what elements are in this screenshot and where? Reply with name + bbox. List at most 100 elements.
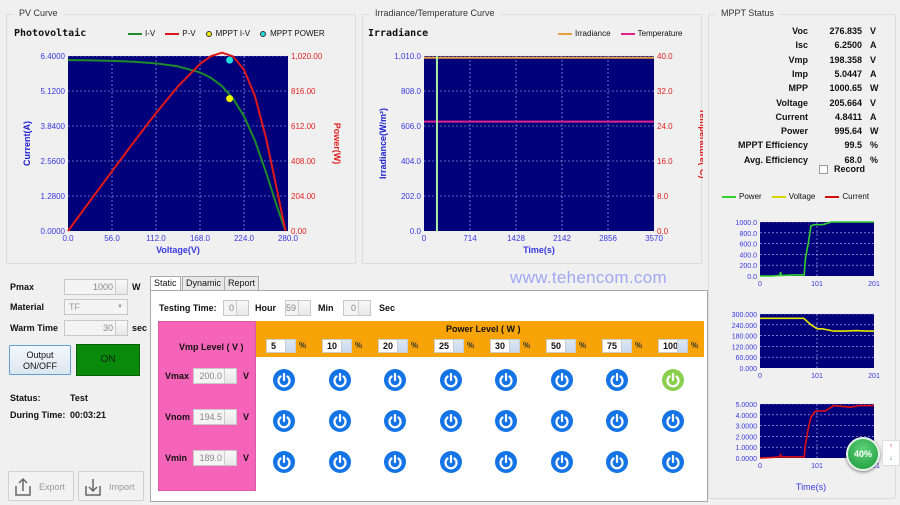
power-icon bbox=[554, 454, 569, 470]
material-select[interactable]: TF ▼ bbox=[64, 299, 128, 315]
y-tick-label: 5.1200 bbox=[41, 87, 66, 96]
power-toggle-button[interactable] bbox=[328, 451, 351, 473]
record-checkbox[interactable]: Record bbox=[819, 164, 865, 174]
y-tick-label: 800.0 bbox=[739, 231, 757, 238]
status-row-vmp: Vmp 198.358 V bbox=[708, 53, 898, 67]
y-tick-label: 600.0 bbox=[739, 242, 757, 249]
power-toggle-button[interactable] bbox=[328, 369, 351, 391]
power-toggle-button[interactable] bbox=[328, 410, 351, 432]
status-row-voc: Voc 276.835 V bbox=[708, 24, 898, 38]
power-toggle-button[interactable] bbox=[606, 410, 628, 432]
x-axis-label: Time(s) bbox=[523, 245, 555, 255]
power-toggle-button[interactable] bbox=[495, 369, 517, 391]
power-toggle-button[interactable] bbox=[439, 369, 462, 391]
sec-spinner[interactable]: 0 bbox=[343, 300, 371, 316]
during-time-value: 00:03:21 bbox=[70, 410, 107, 420]
power-toggle-button[interactable] bbox=[273, 369, 295, 391]
status-row-imp: Imp 5.0447 A bbox=[708, 67, 898, 81]
output-onoff-button[interactable]: Output ON/OFF bbox=[9, 345, 71, 375]
power-level-spinner[interactable]: 10 bbox=[322, 339, 352, 353]
power-toggle-button[interactable] bbox=[661, 369, 684, 391]
import-button[interactable]: Import bbox=[78, 471, 144, 501]
power-level-spinner[interactable]: 75 bbox=[602, 339, 632, 353]
legend-item: Current bbox=[825, 192, 869, 201]
percent-unit: % bbox=[299, 341, 307, 350]
tab-report[interactable]: Report bbox=[224, 276, 260, 290]
vmp-vnom-spinner[interactable]: 194.5 bbox=[193, 409, 237, 425]
warm-time-spinner[interactable]: 30 bbox=[64, 320, 128, 336]
status-value: Test bbox=[70, 393, 88, 403]
power-level-spinner[interactable]: 25 bbox=[434, 339, 464, 353]
y2-tick-label: 1,020.00 bbox=[291, 52, 323, 61]
x-tick-label: 112.0 bbox=[146, 234, 166, 243]
hour-label: Hour bbox=[255, 303, 276, 313]
power-icon bbox=[610, 413, 624, 429]
power-toggle-button[interactable] bbox=[273, 410, 295, 432]
pv-chart: 0.0 56.0 112.0 168.0 224.0 280.00.0000 0.001.2… bbox=[22, 51, 342, 255]
arrow-down-icon: ↓ bbox=[889, 455, 893, 462]
record-checkbox-box[interactable] bbox=[819, 164, 828, 174]
status-value: 276.835 bbox=[829, 26, 862, 36]
power-icon bbox=[499, 454, 513, 470]
plot-area bbox=[424, 56, 654, 231]
pmax-value: 1000 bbox=[92, 282, 113, 292]
output-onoff-label: Output ON/OFF bbox=[23, 350, 57, 371]
power-toggle-button[interactable] bbox=[661, 451, 684, 473]
vmp-vmin-spinner[interactable]: 189.0 bbox=[193, 450, 237, 466]
power-toggle-button[interactable] bbox=[384, 369, 406, 391]
y-tick-label: 0.0 bbox=[410, 227, 422, 236]
status-unit: W bbox=[870, 126, 879, 137]
power-toggle-button[interactable] bbox=[606, 451, 628, 473]
watermark: www.tehencom.com bbox=[510, 268, 667, 287]
power-toggle-button[interactable] bbox=[550, 369, 573, 391]
tab-dynamic[interactable]: Dynamic bbox=[182, 276, 226, 290]
status-unit: V bbox=[870, 26, 877, 36]
legend-label: P-V bbox=[182, 29, 196, 38]
power-level-spinner[interactable]: 50 bbox=[546, 339, 576, 353]
export-button[interactable]: Export bbox=[8, 471, 74, 501]
legend-label: Irradiance bbox=[575, 29, 611, 38]
power-toggle-button[interactable] bbox=[661, 410, 684, 432]
power-icon bbox=[277, 454, 291, 470]
power-level-spinner[interactable]: 20 bbox=[378, 339, 408, 353]
y-tick-label: 1.0000 bbox=[736, 445, 758, 452]
record-label: Record bbox=[834, 164, 866, 174]
vmp-vmax-spinner[interactable]: 200.0 bbox=[193, 368, 237, 384]
legend-line-icon bbox=[620, 32, 635, 35]
warm-time-unit: sec bbox=[132, 323, 148, 333]
tab-static[interactable]: Static bbox=[150, 276, 181, 291]
power-toggle-button[interactable] bbox=[550, 451, 573, 473]
power-icon bbox=[665, 413, 680, 429]
power-toggle-button[interactable] bbox=[439, 410, 462, 432]
power-toggle-button[interactable] bbox=[606, 369, 628, 391]
x-tick-label: 0 bbox=[758, 373, 762, 380]
speed-arrows: ↑ ↓ bbox=[882, 440, 900, 466]
y2-axis-label: Power(W) bbox=[332, 123, 342, 165]
percent-unit: % bbox=[579, 341, 587, 350]
power-toggle-button[interactable] bbox=[495, 451, 517, 473]
y-tick-label: 4.0000 bbox=[736, 413, 758, 420]
y2-tick-label: 816.00 bbox=[291, 87, 316, 96]
y-tick-label: 200.0 bbox=[739, 263, 757, 270]
power-toggle-button[interactable] bbox=[439, 451, 462, 473]
power-toggle-button[interactable] bbox=[273, 451, 295, 473]
power-toggle-button[interactable] bbox=[495, 410, 517, 432]
x-tick-label: 56.0 bbox=[104, 234, 120, 243]
power-level-spinner[interactable]: 100 bbox=[658, 339, 688, 353]
power-level-spinner[interactable]: 5 bbox=[266, 339, 296, 353]
status-label: Isc bbox=[795, 40, 808, 51]
export-icon bbox=[15, 477, 31, 496]
power-toggle-button[interactable] bbox=[384, 451, 406, 473]
power-level-spinner[interactable]: 30 bbox=[490, 339, 520, 353]
marker-mppt-power bbox=[226, 56, 234, 64]
power-toggle-button[interactable] bbox=[550, 410, 573, 432]
pmax-spinner[interactable]: 1000 bbox=[64, 279, 128, 295]
hour-spinner[interactable]: 0 bbox=[223, 300, 249, 316]
time-axis-label: Time(s) bbox=[796, 482, 826, 492]
status-value: 5.0447 bbox=[834, 68, 862, 79]
power-toggle-button[interactable] bbox=[384, 410, 406, 432]
progress-badge[interactable]: 40% bbox=[846, 437, 880, 471]
mini-chart-power: 0 101 201 0.0 200.0 400.0 600.0 800.0 1000.0 bbox=[736, 220, 880, 288]
min-spinner[interactable]: 59 bbox=[285, 300, 311, 316]
pmax-label: Pmax bbox=[10, 282, 35, 292]
